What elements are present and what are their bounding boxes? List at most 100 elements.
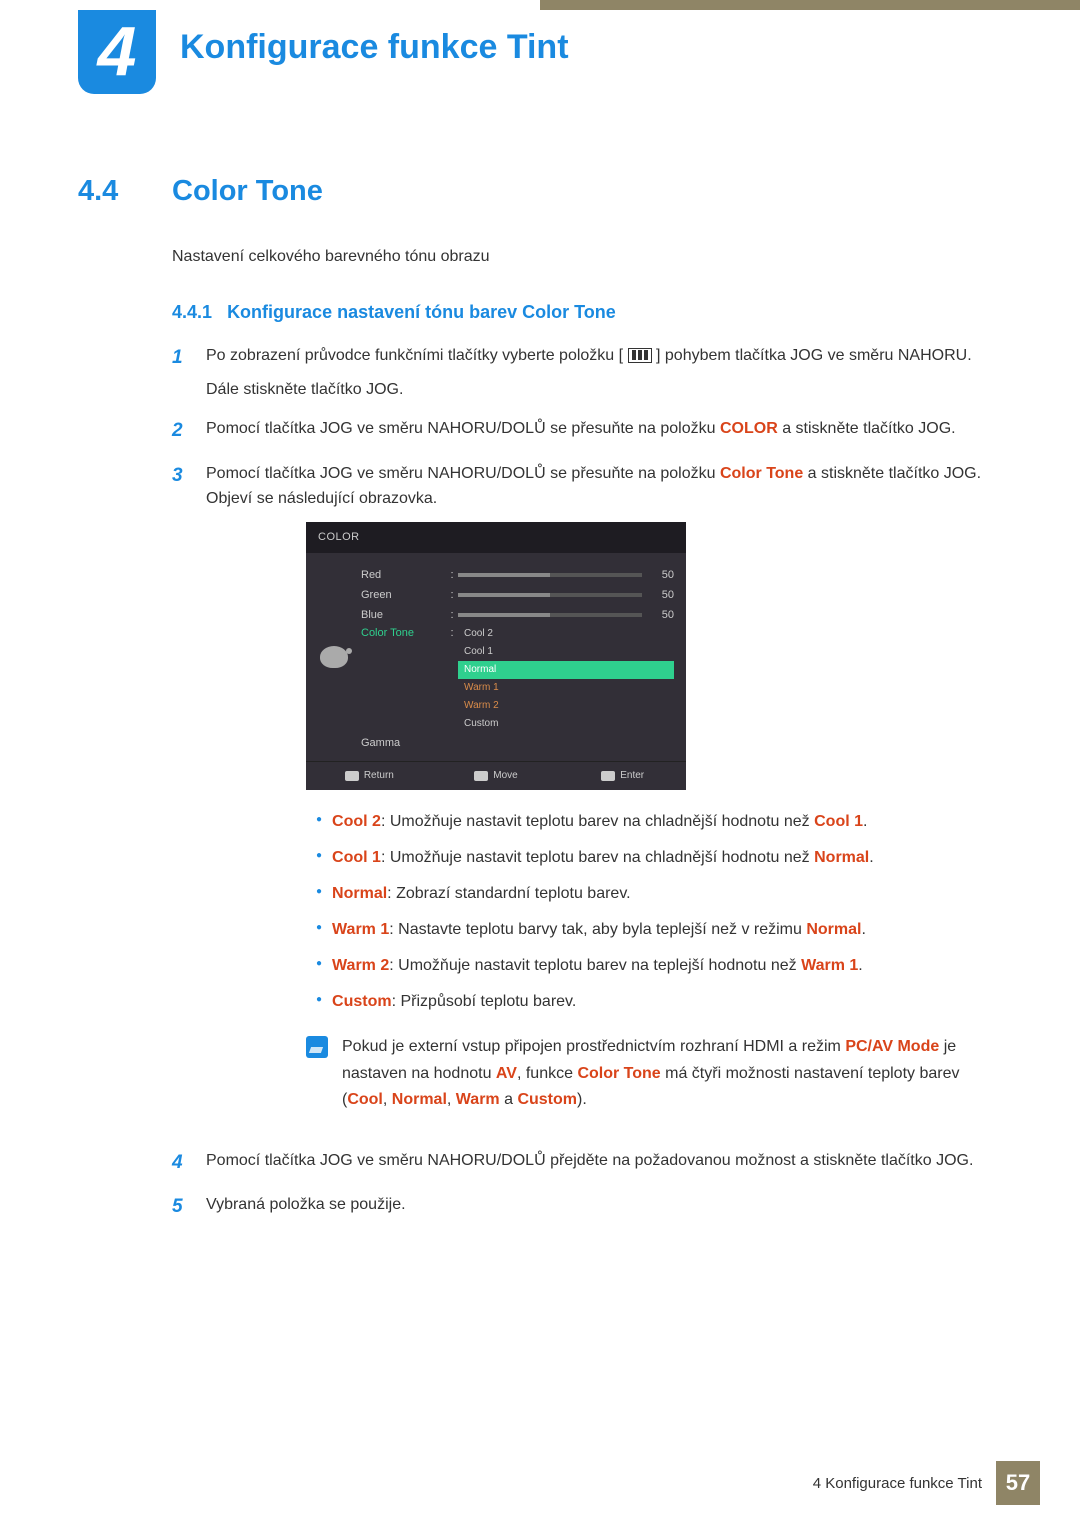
keyword: Custom — [517, 1091, 577, 1108]
colon: : — [446, 587, 458, 605]
option-descriptions: ● Cool 2: Umožňuje nastavit teplotu barev… — [316, 808, 1002, 1016]
text: Po zobrazení průvodce funkčními tlačítky… — [206, 347, 623, 364]
text: Dále stiskněte tlačítko JOG. — [206, 381, 403, 398]
option-name: Warm 2 — [332, 957, 389, 974]
option-ref: Cool 1 — [814, 813, 863, 830]
step-3: 3 Pomocí tlačítka JOG ve směru NAHORU/DO… — [172, 461, 1002, 1134]
page-number: 57 — [996, 1461, 1040, 1505]
osd-option: Custom — [458, 715, 674, 733]
option-name: Custom — [332, 993, 392, 1010]
osd-label: Gamma — [361, 735, 446, 753]
subsection-heading: 4.4.1 Konfigurace nastavení tónu barev C… — [172, 302, 1002, 323]
section-intro: Nastavení celkového barevného tónu obraz… — [172, 248, 1002, 266]
text: Move — [493, 768, 517, 784]
option-name: Cool 2 — [332, 813, 381, 830]
step-body: Pomocí tlačítka JOG ve směru NAHORU/DOLŮ… — [206, 461, 1002, 1134]
osd-label-selected: Color Tone — [361, 625, 446, 643]
header-accent-bar — [540, 0, 1080, 10]
osd-label: Red — [361, 567, 446, 585]
osd-option-selected: Normal — [458, 661, 674, 679]
bullet-icon: ● — [316, 808, 322, 836]
step-number: 4 — [172, 1148, 190, 1178]
text: Enter — [620, 768, 644, 784]
keyword: PC/AV Mode — [845, 1038, 939, 1055]
colon: : — [446, 607, 458, 625]
bullet-icon: ● — [316, 988, 322, 1016]
list-item: ●Warm 2: Umožňuje nastavit teplotu barev… — [316, 952, 1002, 980]
text: Pokud je externí vstup připojen prostřed… — [342, 1038, 845, 1055]
option-ref: Warm 1 — [801, 957, 858, 974]
osd-label: Blue — [361, 607, 446, 625]
section-number: 4.4 — [78, 175, 148, 208]
text: : Umožňuje nastavit teplotu barev na chl… — [381, 813, 814, 830]
osd-value: 50 — [650, 587, 674, 605]
bullet-icon: ● — [316, 916, 322, 944]
option-ref: Normal — [806, 921, 861, 938]
list-item: ●Custom: Přizpůsobí teplotu barev. — [316, 988, 1002, 1016]
osd-slider — [458, 573, 642, 577]
option-ref: Normal — [814, 849, 869, 866]
osd-footer-move: Move — [433, 762, 560, 790]
keyword-color: COLOR — [720, 420, 778, 437]
osd-option: Warm 2 — [458, 697, 674, 715]
list-item: ●Normal: Zobrazí standardní teplotu bare… — [316, 880, 1002, 908]
keyword: Color Tone — [577, 1065, 660, 1082]
osd-row-colortone: Color Tone : Cool 2 Cool 1 Normal Warm 1… — [361, 625, 674, 733]
osd-row-blue: Blue : 50 — [361, 605, 674, 625]
enter-icon — [601, 771, 615, 781]
text: : Nastavte teplotu barvy tak, aby byla t… — [389, 921, 806, 938]
note-box: Pokud je externí vstup připojen prostřed… — [306, 1034, 1002, 1113]
osd-footer: Return Move Enter — [306, 761, 686, 790]
text: , — [447, 1091, 456, 1108]
step-body: Pomocí tlačítka JOG ve směru NAHORU/DOLŮ… — [206, 416, 1002, 446]
text: Pomocí tlačítka JOG ve směru NAHORU/DOLŮ… — [206, 420, 720, 437]
return-icon — [345, 771, 359, 781]
osd-option: Cool 2 — [458, 625, 674, 643]
step-body: Pomocí tlačítka JOG ve směru NAHORU/DOLŮ… — [206, 1148, 1002, 1178]
step-number: 1 — [172, 343, 190, 402]
text: a stiskněte tlačítko JOG. — [778, 420, 956, 437]
osd-category-icon-col — [306, 553, 361, 761]
page-footer: 4 Konfigurace funkce Tint 57 — [813, 1461, 1040, 1505]
step-number: 2 — [172, 416, 190, 446]
text: : Zobrazí standardní teplotu barev. — [387, 885, 630, 902]
list-item: ● Warm 1: Nastavte teplotu barvy tak, aby… — [316, 916, 1002, 944]
footer-chapter-label: 4 Konfigurace funkce Tint — [813, 1475, 982, 1492]
palette-icon — [320, 646, 348, 668]
step-body: Po zobrazení průvodce funkčními tlačítky… — [206, 343, 1002, 402]
osd-label: Green — [361, 587, 446, 605]
section-heading: 4.4 Color Tone — [78, 175, 1002, 208]
colon: : — [446, 567, 458, 585]
text: ] pohybem tlačítka JOG ve směru NAHORU. — [656, 347, 972, 364]
osd-value: 50 — [650, 607, 674, 625]
osd-screenshot: COLOR Red : 50 — [306, 522, 686, 791]
menu-icon — [628, 348, 652, 363]
step-4: 4 Pomocí tlačítka JOG ve směru NAHORU/DO… — [172, 1148, 1002, 1178]
bullet-icon: ● — [316, 952, 322, 980]
osd-body: Red : 50 Green : 50 — [306, 553, 686, 761]
step-number: 3 — [172, 461, 190, 1134]
text: a — [500, 1091, 518, 1108]
page-content: 4.4 Color Tone Nastavení celkového barev… — [78, 175, 1002, 1236]
note-icon — [306, 1036, 328, 1058]
osd-footer-return: Return — [306, 762, 433, 790]
step-5: 5 Vybraná položka se použije. — [172, 1192, 1002, 1222]
step-2: 2 Pomocí tlačítka JOG ve směru NAHORU/DO… — [172, 416, 1002, 446]
text: , — [383, 1091, 392, 1108]
keyword: AV — [496, 1065, 517, 1082]
section-title: Color Tone — [172, 175, 323, 208]
osd-row-green: Green : 50 — [361, 585, 674, 605]
keyword-colortone: Color Tone — [720, 465, 803, 482]
osd-row-red: Red : 50 — [361, 565, 674, 585]
keyword: Cool — [347, 1091, 383, 1108]
option-name: Warm 1 — [332, 921, 389, 938]
step-number: 5 — [172, 1192, 190, 1222]
list-item: ● Cool 2: Umožňuje nastavit teplotu barev… — [316, 808, 1002, 836]
text: Pomocí tlačítka JOG ve směru NAHORU/DOLŮ… — [206, 465, 720, 482]
subsection-number: 4.4.1 — [172, 302, 212, 322]
step-1: 1 Po zobrazení průvodce funkčními tlačít… — [172, 343, 1002, 402]
osd-option-list: Cool 2 Cool 1 Normal Warm 1 Warm 2 Custo… — [458, 625, 674, 733]
subsection-title: Konfigurace nastavení tónu barev Color T… — [227, 302, 616, 322]
note-text: Pokud je externí vstup připojen prostřed… — [342, 1034, 1002, 1113]
bullet-icon: ● — [316, 844, 322, 872]
